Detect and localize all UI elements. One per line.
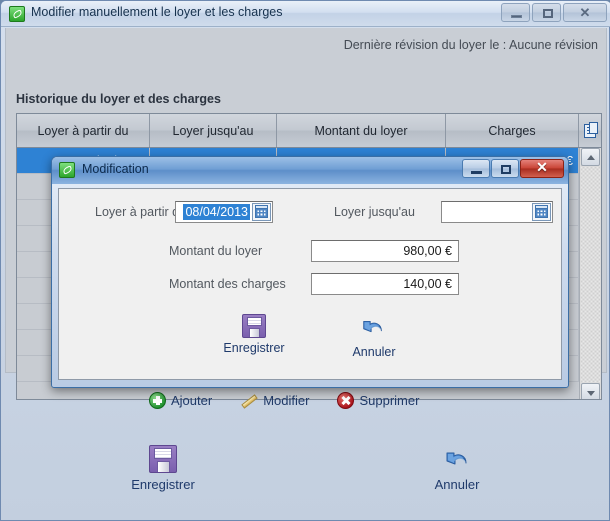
grid-column-header[interactable]: Charges (446, 114, 579, 147)
rent-amount-input[interactable]: 980,00 € (311, 240, 459, 262)
section-title: Historique du loyer et des charges (16, 92, 221, 106)
window-titlebar: Modifier manuellement le loyer et les ch… (1, 1, 610, 27)
add-button[interactable]: Ajouter (149, 391, 213, 409)
pencil-icon (240, 392, 258, 409)
calendar-icon[interactable] (532, 203, 551, 221)
maximize-icon (543, 9, 553, 18)
save-label: Enregistrer (131, 477, 195, 492)
bottom-action-bar: Enregistrer Annuler (5, 431, 607, 516)
window-controls: ✕ (501, 3, 607, 22)
cancel-label: Annuler (434, 477, 480, 492)
dialog-maximize-button[interactable] (491, 159, 519, 178)
maximize-button[interactable] (532, 3, 561, 22)
undo-arrow-icon (359, 314, 389, 342)
dialog-save-label: Enregistrer (223, 341, 285, 355)
scroll-up-icon[interactable] (581, 148, 600, 166)
edit-button[interactable]: Modifier (240, 392, 309, 409)
window-title: Modifier manuellement le loyer et les ch… (31, 5, 283, 19)
date-from-value: 08/04/2013 (183, 204, 250, 220)
delete-button[interactable]: Supprimer (337, 391, 420, 409)
close-icon: ✕ (579, 4, 591, 20)
save-button[interactable]: Enregistrer (103, 445, 223, 492)
app-green-icon (9, 6, 25, 22)
rent-amount-label: Montant du loyer (169, 244, 263, 258)
dialog-save-button[interactable]: Enregistrer (199, 314, 309, 355)
crud-toolbar: Ajouter Modifier Supprimer (149, 387, 479, 413)
calendar-icon[interactable] (252, 203, 271, 221)
column-chooser-icon (584, 121, 598, 138)
floppy-save-icon (149, 445, 177, 473)
charges-amount-label: Montant des charges (169, 277, 286, 291)
date-to-input[interactable] (441, 201, 553, 223)
grid-column-header[interactable]: Loyer jusqu'au (150, 114, 277, 147)
dialog-close-button[interactable]: ✕ (520, 159, 564, 178)
dialog-action-bar: Enregistrer Annuler (59, 314, 563, 376)
floppy-save-icon (242, 314, 266, 338)
add-circle-icon (149, 391, 166, 409)
last-revision-text: Dernière révision du loyer le : Aucune r… (343, 38, 598, 52)
dialog-title: Modification (82, 162, 149, 176)
cancel-button[interactable]: Annuler (397, 445, 517, 492)
modification-dialog: Modification ✕ Loyer à partir du 08/04/2… (51, 156, 569, 388)
undo-arrow-icon (442, 445, 472, 473)
edit-label: Modifier (263, 392, 310, 408)
grid-vertical-scrollbar[interactable] (579, 148, 601, 399)
dialog-cancel-button[interactable]: Annuler (319, 314, 429, 359)
date-to-label: Loyer jusqu'au (334, 205, 415, 219)
dialog-minimize-button[interactable] (462, 159, 490, 178)
add-label: Ajouter (171, 392, 213, 408)
delete-label: Supprimer (359, 392, 420, 408)
dialog-body: Loyer à partir du 08/04/2013 Loyer jusqu… (58, 188, 562, 380)
dialog-window-controls: ✕ (462, 159, 564, 178)
grid-column-header[interactable]: Montant du loyer (277, 114, 446, 147)
column-chooser-button[interactable] (579, 114, 601, 147)
date-from-label: Loyer à partir du (95, 205, 187, 219)
grid-header-row: Loyer à partir du Loyer jusqu'au Montant… (17, 114, 601, 148)
charges-amount-input[interactable]: 140,00 € (311, 273, 459, 295)
close-button[interactable]: ✕ (563, 3, 607, 22)
minimize-button[interactable] (501, 3, 530, 22)
minimize-icon (511, 15, 522, 18)
app-green-icon (59, 162, 75, 178)
dialog-cancel-label: Annuler (352, 345, 396, 359)
minimize-icon (471, 171, 482, 174)
close-icon: ✕ (536, 161, 548, 176)
dialog-titlebar: Modification ✕ (52, 157, 568, 184)
date-from-input[interactable]: 08/04/2013 (175, 201, 273, 223)
main-window: Modifier manuellement le loyer et les ch… (0, 0, 610, 521)
scroll-down-icon[interactable] (581, 383, 600, 399)
delete-circle-icon (337, 391, 355, 409)
grid-column-header[interactable]: Loyer à partir du (17, 114, 150, 147)
maximize-icon (501, 165, 511, 174)
